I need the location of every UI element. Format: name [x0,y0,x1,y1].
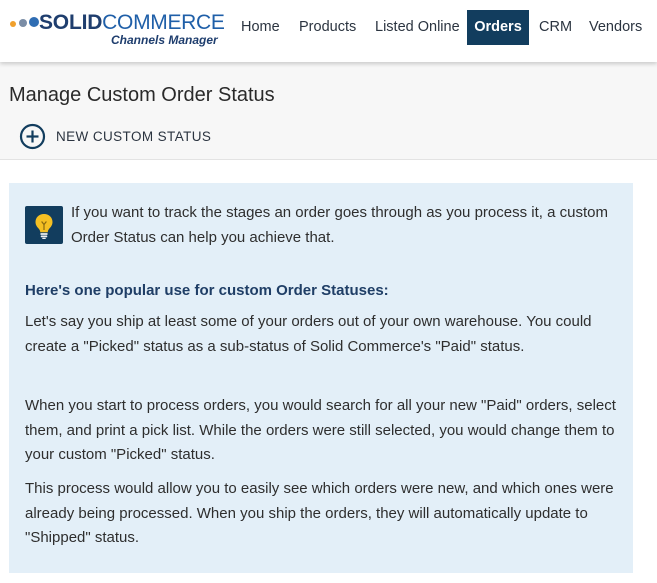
top-navigation-bar: SOLIDCOMMERCE Channels Manager Home Prod… [0,0,657,62]
solid-commerce-logo[interactable]: SOLIDCOMMERCE Channels Manager [8,10,225,50]
nav-item-orders[interactable]: Orders [467,10,529,45]
nav-item-products[interactable]: Products [299,10,356,45]
new-custom-status-label: NEW CUSTOM STATUS [56,128,212,144]
nav-item-listed-online[interactable]: Listed Online [375,10,460,45]
page-header: Manage Custom Order Status NEW CUSTOM ST… [0,62,657,160]
add-circle-icon [19,123,46,149]
logo-dots-icon [8,16,40,30]
info-paragraph: When you start to process orders, you wo… [25,397,616,463]
nav-item-crm[interactable]: CRM [539,10,572,45]
info-paragraph: This process would allow you to easily s… [25,480,614,546]
logo-name-light: COMMERCE [102,11,225,34]
logo-name-bold: SOLID [39,11,103,34]
logo-subtitle: Channels Manager [111,33,218,47]
nav-item-home[interactable]: Home [241,10,280,45]
intro-text: If you want to track the stages an order… [71,204,608,246]
logo-wordmark: SOLIDCOMMERCE [39,11,225,35]
lightbulb-icon [25,206,63,244]
nav-item-vendors[interactable]: Vendors [589,10,642,45]
info-heading: Here's one popular use for custom Order … [25,282,389,299]
info-paragraph: Let's say you ship at least some of your… [25,313,592,355]
page-title: Manage Custom Order Status [9,84,275,106]
new-custom-status-button[interactable]: NEW CUSTOM STATUS [19,122,211,150]
info-panel: If you want to track the stages an order… [9,183,633,573]
